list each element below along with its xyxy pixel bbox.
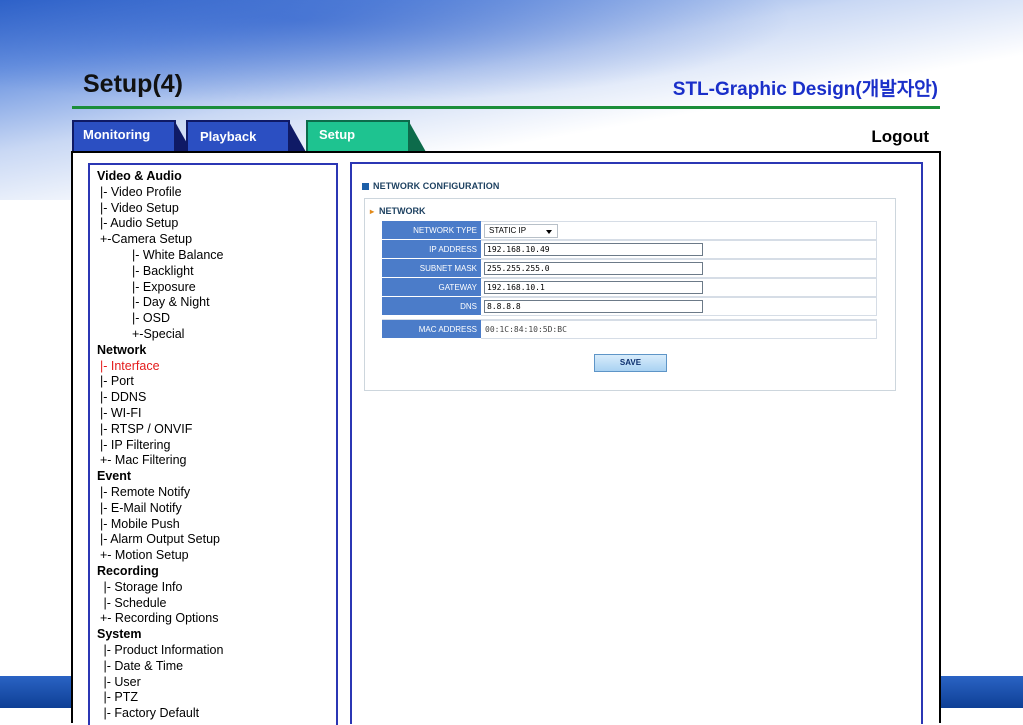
menu-item-wifi[interactable]: |- WI-FI <box>97 406 223 422</box>
network-configuration-title: NETWORK CONFIGURATION <box>362 181 499 191</box>
menu-item-ddns[interactable]: |- DDNS <box>97 390 223 406</box>
menu-item-factory-default[interactable]: |- Factory Default <box>97 706 223 722</box>
menu-item-white-balance[interactable]: |- White Balance <box>97 248 223 264</box>
menu-item-email-notify[interactable]: |- E-Mail Notify <box>97 501 223 517</box>
gateway-cell: 192.168.10.1 <box>481 278 877 297</box>
field-row-ip-address: IP ADDRESS 192.168.10.49 <box>382 240 877 259</box>
menu-item-storage-info[interactable]: |- Storage Info <box>97 580 223 596</box>
menu-item-day-night[interactable]: |- Day & Night <box>97 295 223 311</box>
menu-item-user[interactable]: |- User <box>97 675 223 691</box>
menu-section-event: Event <box>97 469 132 484</box>
tab-playback-edge <box>288 120 306 152</box>
menu-section-network: Network <box>97 342 147 357</box>
ip-address-input[interactable]: 192.168.10.49 <box>484 243 703 256</box>
dns-cell: 8.8.8.8 <box>481 297 877 316</box>
field-row-subnet-mask: SUBNET MASK 255.255.255.0 <box>382 259 877 278</box>
ip-address-cell: 192.168.10.49 <box>481 240 877 259</box>
menu-item-mobile-push[interactable]: |- Mobile Push <box>97 517 223 533</box>
menu-item-backlight[interactable]: |- Backlight <box>97 264 223 280</box>
menu-item-mac-filtering[interactable]: +- Mac Filtering <box>97 453 223 469</box>
mac-address-label: MAC ADDRESS <box>382 320 481 339</box>
triangle-right-icon: ▸ <box>370 207 375 216</box>
menu-item-schedule[interactable]: |- Schedule <box>97 596 223 612</box>
dns-label: DNS <box>382 297 481 316</box>
menu-item-special[interactable]: +-Special <box>97 327 223 343</box>
menu-item-camera-setup[interactable]: +-Camera Setup <box>97 232 223 248</box>
network-type-select[interactable]: STATIC IP <box>484 224 558 238</box>
field-row-network-type: NETWORK TYPE STATIC IP <box>382 221 877 240</box>
field-row-dns: DNS 8.8.8.8 <box>382 297 877 316</box>
subnet-mask-label: SUBNET MASK <box>382 259 481 278</box>
menu-section-system: System <box>97 627 142 642</box>
page-title: Setup(4) <box>83 70 183 98</box>
network-type-cell: STATIC IP <box>481 221 877 240</box>
menu-item-remote-notify[interactable]: |- Remote Notify <box>97 485 223 501</box>
subnet-mask-cell: 255.255.255.0 <box>481 259 877 278</box>
menu-item-video-profile[interactable]: |- Video Profile <box>97 185 223 201</box>
section-square-icon <box>362 183 369 190</box>
network-group-label: NETWORK <box>379 206 426 216</box>
ip-address-label: IP ADDRESS <box>382 240 481 259</box>
menu-item-alarm-output[interactable]: |- Alarm Output Setup <box>97 532 223 548</box>
footer-band-right <box>940 676 1023 708</box>
subnet-mask-input[interactable]: 255.255.255.0 <box>484 262 703 275</box>
mac-address-value: 00:1C:84:10:5D:BC <box>485 325 567 334</box>
menu-item-ip-filtering[interactable]: |- IP Filtering <box>97 438 223 454</box>
menu-item-product-info[interactable]: |- Product Information <box>97 643 223 659</box>
gateway-input[interactable]: 192.168.10.1 <box>484 281 703 294</box>
dns-input[interactable]: 8.8.8.8 <box>484 300 703 313</box>
menu-item-ptz[interactable]: |- PTZ <box>97 690 223 706</box>
network-type-label: NETWORK TYPE <box>382 221 481 240</box>
menu-item-rtsp-onvif[interactable]: |- RTSP / ONVIF <box>97 422 223 438</box>
tab-setup[interactable]: Setup <box>306 120 410 152</box>
menu-item-motion-setup[interactable]: +- Motion Setup <box>97 548 223 564</box>
chevron-down-icon <box>546 230 552 234</box>
title-divider <box>72 106 940 109</box>
save-button[interactable]: SAVE <box>594 354 667 372</box>
tab-monitoring[interactable]: Monitoring <box>72 120 176 152</box>
menu-item-video-setup[interactable]: |- Video Setup <box>97 201 223 217</box>
tab-playback[interactable]: Playback <box>186 120 290 152</box>
menu-item-port[interactable]: |- Port <box>97 374 223 390</box>
network-group-title: ▸ NETWORK <box>370 206 426 216</box>
menu-item-date-time[interactable]: |- Date & Time <box>97 659 223 675</box>
menu-section-video-audio: Video & Audio <box>97 169 182 183</box>
tab-setup-edge <box>408 120 426 152</box>
menu-section-recording: Recording <box>97 563 159 578</box>
footer-band-left <box>0 676 72 708</box>
field-row-mac-address: MAC ADDRESS 00:1C:84:10:5D:BC <box>382 319 877 339</box>
network-configuration-label: NETWORK CONFIGURATION <box>373 181 500 191</box>
mac-address-cell: 00:1C:84:10:5D:BC <box>481 320 877 339</box>
menu-item-osd[interactable]: |- OSD <box>97 311 223 327</box>
menu-item-interface[interactable]: |- Interface <box>97 359 223 375</box>
page-subtitle: STL-Graphic Design(개발자안) <box>672 79 938 100</box>
network-type-value: STATIC IP <box>489 226 527 235</box>
field-row-gateway: GATEWAY 192.168.10.1 <box>382 278 877 297</box>
menu-item-exposure[interactable]: |- Exposure <box>97 280 223 296</box>
gateway-label: GATEWAY <box>382 278 481 297</box>
menu-item-recording-options[interactable]: +- Recording Options <box>97 611 223 627</box>
logout-link[interactable]: Logout <box>871 127 929 147</box>
menu-item-audio-setup[interactable]: |- Audio Setup <box>97 216 223 232</box>
sidebar-menu: Video & Audio |- Video Profile |- Video … <box>97 169 223 722</box>
